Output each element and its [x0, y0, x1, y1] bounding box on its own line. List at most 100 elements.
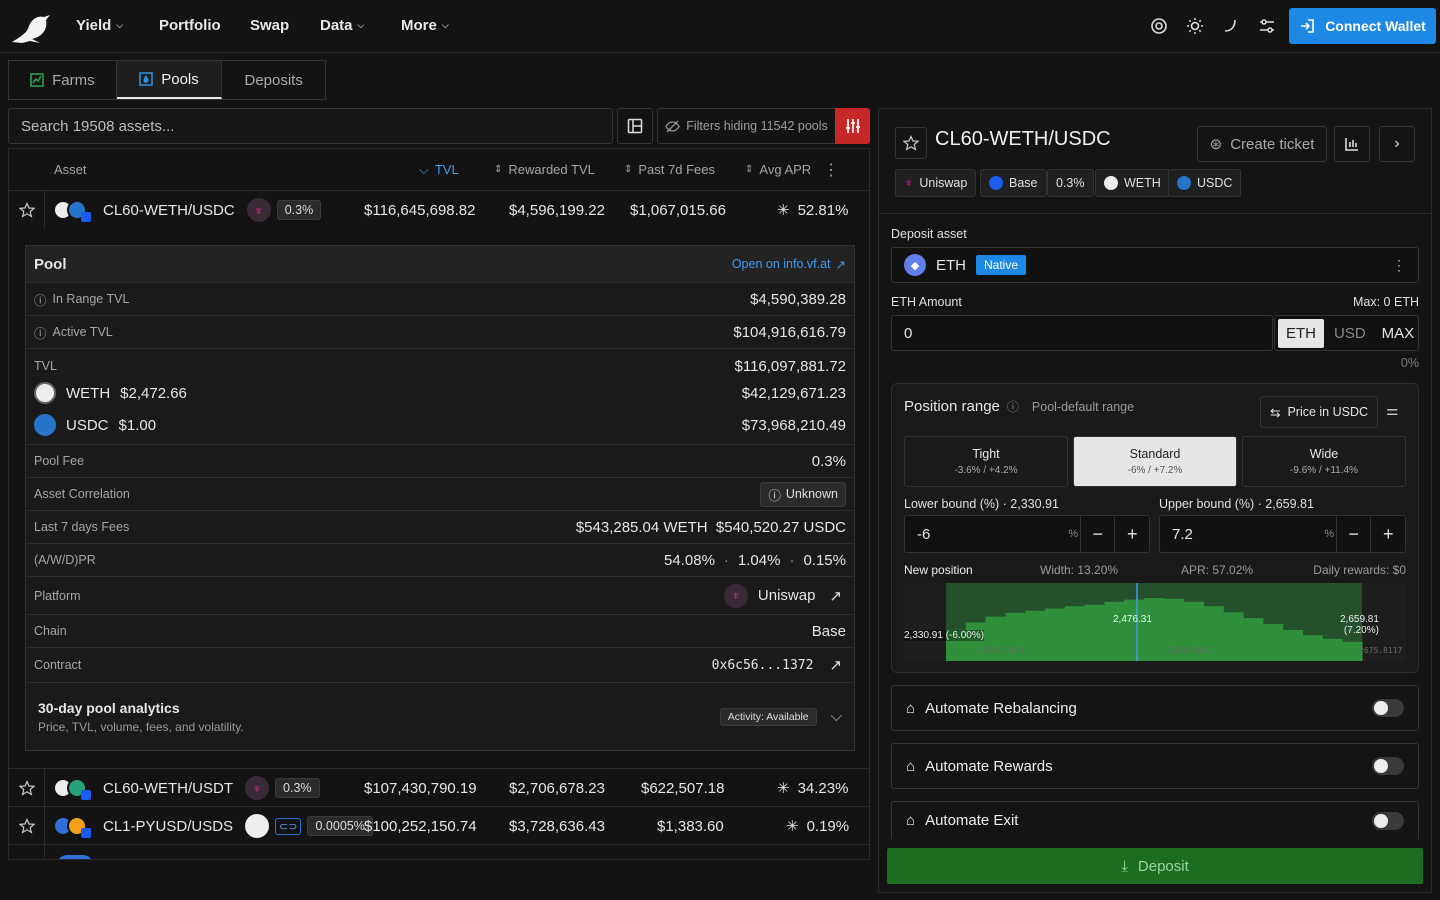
table-row-partial[interactable] [9, 844, 869, 859]
sparkle-icon: ✳ [777, 780, 790, 797]
col-tvl[interactable]: ⌵ TVL [419, 149, 459, 190]
star-icon[interactable] [9, 191, 45, 229]
nav-data[interactable]: Data ⌵ [320, 17, 364, 34]
settings-sliders-icon[interactable]: ⚌ [1386, 402, 1399, 419]
chevron-down-icon[interactable]: ⌵ [831, 708, 842, 725]
tab-farms[interactable]: Farms [9, 61, 117, 99]
chip-platform[interactable]: ♆ Uniswap [895, 169, 977, 197]
width-value: Width: 13.20% [1040, 563, 1119, 577]
star-icon[interactable] [9, 807, 45, 845]
chain-row: Chain Base [26, 614, 854, 647]
automate-rewards-row[interactable]: ⌂ Automate Rewards [891, 743, 1419, 789]
favorite-button[interactable] [895, 127, 927, 159]
next-button[interactable]: › [1379, 126, 1415, 162]
row-label: Platform [34, 588, 81, 603]
chip-weth[interactable]: WETH [1095, 169, 1170, 197]
col-rewarded-tvl[interactable]: ⇕ Rewarded TVL [494, 149, 595, 190]
plus-button[interactable]: + [1114, 516, 1149, 552]
connect-wallet-button[interactable]: Connect Wallet [1289, 8, 1436, 44]
amount-input[interactable]: 0 [891, 315, 1273, 351]
liquidity-bar [1025, 610, 1046, 661]
moon-icon[interactable] [1222, 17, 1240, 35]
create-ticket-button[interactable]: ⊛ Create ticket [1197, 126, 1327, 162]
col-avg-apr[interactable]: ⇕ Avg APR [745, 149, 811, 190]
range-tight[interactable]: Tight -3.6% / +4.2% [904, 436, 1068, 487]
analytics-row[interactable]: 30-day pool analytics Price, TVL, volume,… [26, 682, 854, 750]
minus-button[interactable]: − [1079, 516, 1115, 552]
unit-selector: ETH USD MAX [1274, 315, 1419, 351]
nav-portfolio[interactable]: Portfolio [159, 17, 221, 34]
open-info-link[interactable]: Open on info.vf.at ↗ [732, 257, 846, 272]
liquidity-bar [1282, 629, 1304, 661]
range-wide[interactable]: Wide -9.6% / +11.4% [1242, 436, 1406, 487]
search-input[interactable]: Search 19508 assets... [8, 108, 613, 144]
contract-row: Contract 0x6c56...1372 ↗ [26, 647, 854, 682]
price-in-label: Price in USDC [1287, 405, 1369, 419]
upper-bound-input[interactable]: 7.2 [1160, 526, 1324, 543]
price-in-usdc-button[interactable]: ⇆ Price in USDC [1260, 396, 1378, 428]
contract-value[interactable]: 0x6c56...1372 [712, 658, 814, 673]
table-row[interactable]: CL60-WETH/USDT ♆ 0.3% $107,430,790.19 $2… [9, 768, 869, 807]
columns-button[interactable] [617, 108, 653, 144]
unit-usd-button[interactable]: USD [1326, 319, 1374, 348]
external-link-icon[interactable]: ↗ [825, 587, 846, 605]
automate-exit-toggle[interactable] [1372, 811, 1404, 830]
tab-pools[interactable]: Pools [116, 61, 223, 99]
filter-settings-button[interactable] [835, 108, 870, 144]
chip-chain[interactable]: Base [980, 169, 1047, 197]
minus-button[interactable]: − [1335, 516, 1371, 552]
max-button[interactable]: MAX [1376, 319, 1421, 348]
table-row[interactable]: CL1-PYUSD/USDS ⊂⊃ 0.0005% $100,252,150.7… [9, 806, 869, 845]
nav-more[interactable]: More ⌵ [401, 17, 449, 34]
row-label: Chain [34, 624, 67, 638]
col-past-7d-fees[interactable]: ⇕ Past 7d Fees [624, 149, 715, 190]
star-icon[interactable] [9, 769, 45, 807]
external-link-icon: ↗ [835, 257, 846, 272]
rewarded-tvl-value: $4,596,199.22 [509, 201, 605, 219]
deposit-button[interactable]: ⤓ Deposit [887, 848, 1423, 884]
liquidity-bar [1144, 598, 1165, 661]
unit-eth-button[interactable]: ETH [1278, 318, 1324, 348]
automate-rewards-toggle[interactable] [1372, 757, 1404, 775]
last-7-days-fees-row: Last 7 days Fees $543,285.04 WETH $540,52… [26, 510, 854, 543]
liquidity-bar [1302, 635, 1323, 661]
nav-swap[interactable]: Swap [250, 17, 289, 34]
uniswap-icon: ♆ [904, 176, 914, 190]
logo-icon[interactable] [10, 9, 54, 45]
automate-rebalancing-toggle[interactable] [1372, 699, 1404, 717]
nav-yield[interactable]: Yield ⌵ [76, 17, 123, 34]
view-tabs: Farms Pools Deposits [8, 60, 326, 100]
tvl-value: $116,097,881.72 [734, 357, 847, 375]
table-row[interactable]: CL60-WETH/USDC ♆ 0.3% $116,645,698.82 $4… [9, 190, 869, 229]
sun-icon[interactable] [1186, 17, 1204, 35]
tab-deposits[interactable]: Deposits [222, 61, 325, 99]
daily-rewards-value: Daily rewards: $0 [1313, 563, 1406, 577]
fees-value: $1,067,015.66 [630, 201, 726, 219]
star-icon[interactable] [9, 845, 45, 859]
more-vert-icon[interactable]: ⋮ [1392, 257, 1406, 274]
external-link-icon[interactable]: ↗ [825, 656, 846, 674]
automate-exit-row[interactable]: ⌂ Automate Exit [891, 801, 1419, 839]
chip-fee[interactable]: 0.3% [1047, 169, 1094, 197]
star-icon [903, 135, 919, 151]
chip-usdc[interactable]: USDC [1168, 169, 1242, 197]
range-standard[interactable]: Standard -6% / +7.2% [1073, 436, 1237, 487]
filters-toggle[interactable]: Filters hiding 11542 pools [657, 108, 836, 144]
chart-button[interactable] [1334, 126, 1370, 162]
liquidity-chart[interactable]: 2,330.91 (-6.00%) 2,476.31 2,659.81 (7.20… [904, 583, 1406, 661]
range-subtitle: Pool-default range [1031, 399, 1135, 414]
token-pair-icon [53, 198, 93, 222]
settings-sliders-icon[interactable] [1258, 17, 1276, 35]
help-circle-icon[interactable]: ⓘ [34, 290, 47, 309]
more-vert-icon[interactable]: ⋮ [823, 149, 839, 190]
liquidity-bar [965, 622, 987, 661]
deposit-asset-select[interactable]: ◆ ETH Native ⋮ [891, 247, 1419, 283]
help-circle-icon[interactable]: ⓘ [34, 323, 47, 342]
help-icon[interactable] [1150, 17, 1168, 35]
automate-rebalancing-row[interactable]: ⌂ Automate Rebalancing [891, 685, 1419, 731]
help-circle-icon[interactable]: ⓘ [1007, 398, 1019, 415]
eye-off-icon [665, 119, 680, 134]
lower-bound-input[interactable]: -6 [905, 526, 1068, 543]
plus-button[interactable]: + [1370, 516, 1405, 552]
fees7-value: $543,285.04 WETH $540,520.27 USDC [575, 518, 846, 536]
